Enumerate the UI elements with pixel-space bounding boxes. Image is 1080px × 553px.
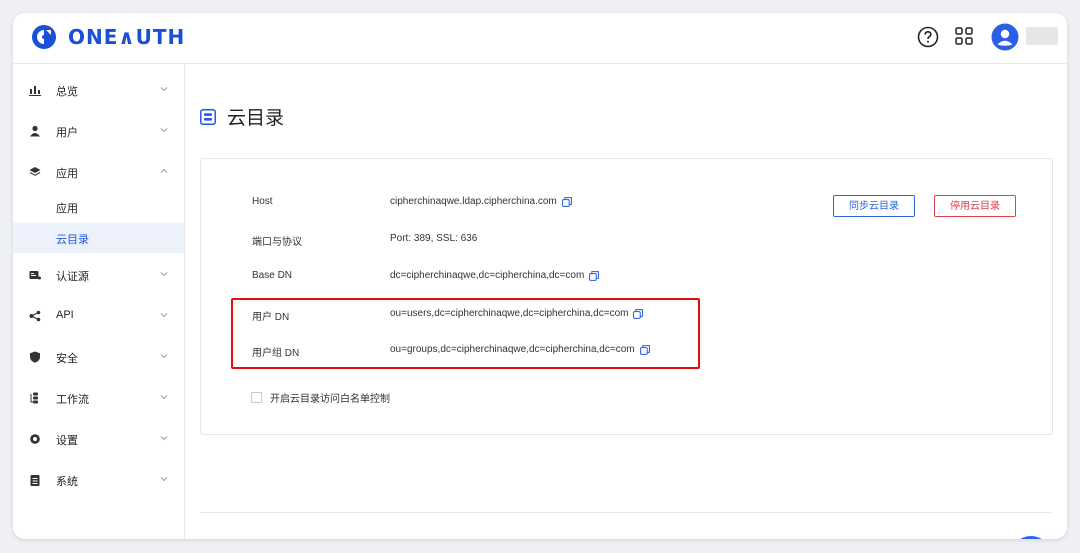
- detail-value: Port: 389, SSL: 636: [390, 233, 478, 244]
- sidebar-item-label: API: [56, 309, 74, 321]
- detail-row-port-protocol: 端口与协议 Port: 389, SSL: 636: [201, 233, 801, 249]
- sidebar-item-label: 应用: [56, 203, 78, 215]
- brand-logo[interactable]: ONE∧UTH: [31, 24, 185, 50]
- sidebar-item-label: 系统: [56, 476, 78, 488]
- chevron-down-icon: [160, 395, 168, 400]
- chevron-up-icon: [160, 168, 168, 173]
- user-name-placeholder[interactable]: [1026, 27, 1058, 45]
- detail-value-wrap: dc=cipherchinaqwe,dc=cipherchina,dc=com: [390, 270, 600, 281]
- whitelist-checkbox[interactable]: [251, 392, 262, 403]
- sidebar-item-settings[interactable]: 设置: [13, 424, 184, 454]
- sidebar-item-label: 应用: [56, 168, 78, 180]
- sidebar-item-label: 认证源: [56, 271, 89, 283]
- detail-value: cipherchinaqwe.ldap.cipherchina.com: [390, 196, 557, 207]
- sidebar-item-security[interactable]: 安全: [13, 342, 184, 372]
- detail-key: Host: [252, 196, 273, 207]
- sidebar-item-apps[interactable]: 应用: [13, 157, 184, 187]
- user-avatar-icon[interactable]: [991, 23, 1019, 51]
- sidebar-item-label: 用户: [56, 127, 78, 139]
- content-divider: [200, 512, 1051, 513]
- chevron-down-icon: [160, 477, 168, 482]
- question-circle-icon[interactable]: [917, 26, 939, 48]
- sidebar-item-label: 设置: [56, 435, 78, 447]
- copy-icon[interactable]: [589, 270, 600, 281]
- id-card-icon: [29, 271, 41, 280]
- sidebar-item-system[interactable]: 系统: [13, 465, 184, 495]
- gear-icon: [30, 434, 40, 444]
- floating-action-button[interactable]: [1011, 536, 1051, 539]
- sidebar-item-label: 总览: [56, 86, 78, 98]
- detail-value: dc=cipherchinaqwe,dc=cipherchina,dc=com: [390, 270, 585, 281]
- detail-value-wrap: cipherchinaqwe.ldap.cipherchina.com: [390, 196, 572, 207]
- bar-chart-icon: [29, 86, 41, 96]
- app-window: ONE∧UTH 总览 用户 应用 应用 云目录 认证源 API 安全 工作流 设…: [13, 13, 1067, 539]
- sidebar-subitem-cloud-directory[interactable]: 云目录: [13, 223, 184, 253]
- user-icon: [30, 125, 40, 137]
- sidebar-subitem-apps[interactable]: 应用: [13, 192, 184, 222]
- detail-row-base-dn: Base DN dc=cipherchinaqwe,dc=cipherchina…: [201, 270, 801, 286]
- chevron-down-icon: [160, 128, 168, 133]
- disable-directory-button[interactable]: 停用云目录: [934, 195, 1016, 217]
- annotation-highlight-box: [231, 298, 700, 369]
- chevron-down-icon: [160, 313, 168, 318]
- shield-icon: [30, 351, 40, 363]
- sidebar-item-label: 工作流: [56, 394, 89, 406]
- logo-mark-icon: [32, 25, 56, 49]
- sidebar-item-label: 安全: [56, 353, 78, 365]
- whitelist-toggle-row[interactable]: 开启云目录访问白名单控制: [251, 390, 390, 405]
- sidebar-item-api[interactable]: API: [13, 301, 184, 331]
- brand-name: ONE∧UTH: [68, 25, 186, 49]
- share-nodes-icon: [29, 310, 41, 322]
- grid-icon[interactable]: [954, 26, 974, 46]
- detail-key: Base DN: [252, 270, 293, 281]
- sidebar-item-auth-sources[interactable]: 认证源: [13, 260, 184, 290]
- sidebar-item-overview[interactable]: 总览: [13, 75, 184, 105]
- copy-icon[interactable]: [561, 196, 572, 207]
- cloud-directory-icon: [200, 108, 216, 125]
- chevron-down-icon: [160, 272, 168, 277]
- sidebar: 总览 用户 应用 应用 云目录 认证源 API 安全 工作流 设置 系统: [13, 64, 185, 539]
- chevron-down-icon: [160, 87, 168, 92]
- whitelist-label: 开启云目录访问白名单控制: [270, 394, 390, 405]
- chevron-down-icon: [160, 354, 168, 359]
- sidebar-item-users[interactable]: 用户: [13, 116, 184, 146]
- layers-icon: [29, 167, 41, 176]
- clipboard-icon: [30, 475, 40, 486]
- top-header: ONE∧UTH: [13, 13, 1067, 64]
- workflow-icon: [30, 392, 38, 404]
- sidebar-item-label: 云目录: [56, 234, 89, 246]
- detail-key: 端口与协议: [252, 237, 302, 248]
- detail-row-host: Host cipherchinaqwe.ldap.cipherchina.com: [201, 196, 801, 212]
- chevron-down-icon: [160, 436, 168, 441]
- page-title: 云目录: [227, 108, 285, 129]
- sync-directory-button[interactable]: 同步云目录: [833, 195, 915, 217]
- sidebar-item-workflow[interactable]: 工作流: [13, 383, 184, 413]
- page-header: 云目录: [200, 103, 284, 130]
